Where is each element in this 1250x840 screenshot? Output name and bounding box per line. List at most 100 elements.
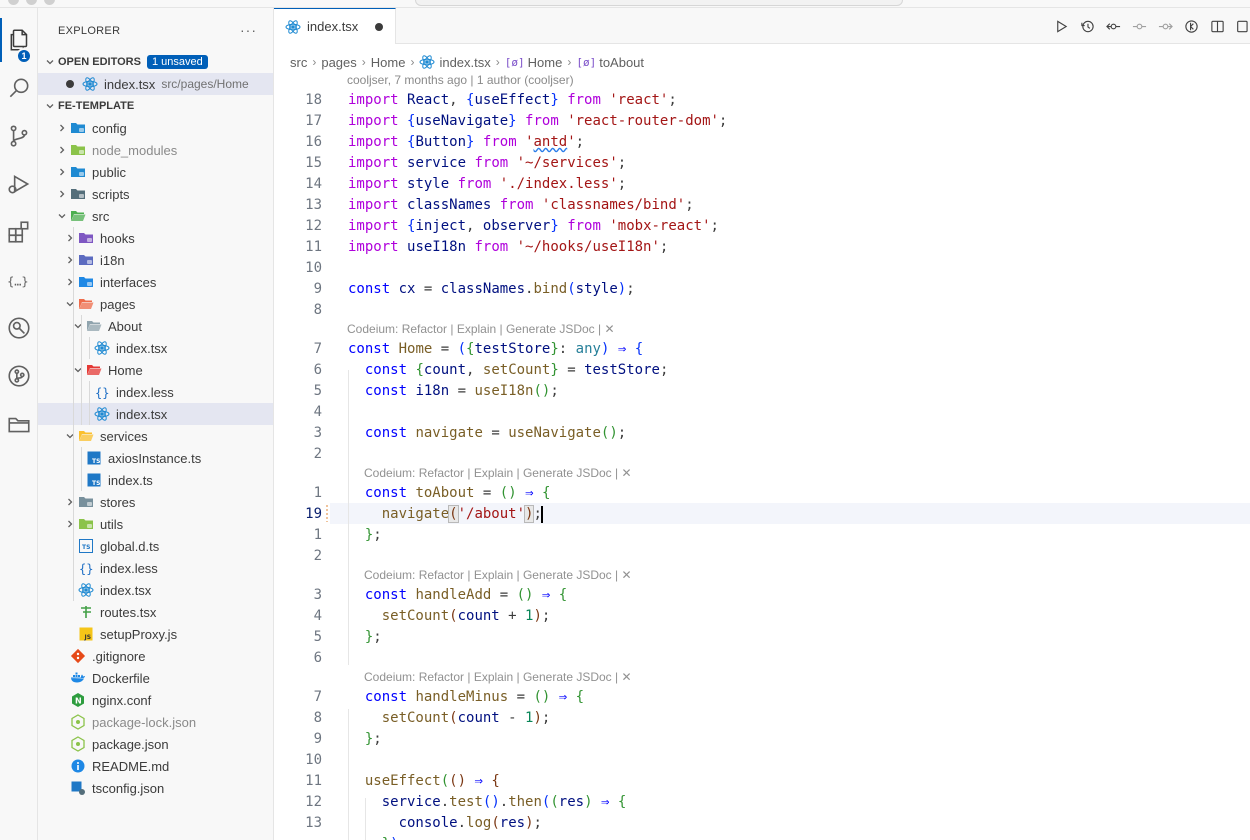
tree-item-gitignore[interactable]: .gitignore: [38, 645, 273, 667]
nginx-icon: N: [70, 692, 86, 708]
tree-item-nginx-conf[interactable]: Nnginx.conf: [38, 689, 273, 711]
explorer-more-actions[interactable]: ···: [240, 22, 257, 38]
tree-item-label: index.ts: [108, 472, 153, 488]
code-editor[interactable]: Codeium: Refactor | Explain | Generate J…: [274, 8, 1250, 840]
line-number[interactable]: 8: [274, 300, 322, 321]
line-number[interactable]: 15: [274, 153, 322, 174]
tree-item-label: Dockerfile: [92, 670, 150, 686]
line-number[interactable]: 2: [274, 546, 322, 567]
search-icon[interactable]: [0, 66, 38, 110]
line-number[interactable]: 5: [274, 381, 322, 402]
project-header[interactable]: FE-TEMPLATE: [38, 95, 273, 117]
chevron-down-icon[interactable]: [62, 293, 78, 315]
tree-item-src[interactable]: src: [38, 205, 273, 227]
tree-item-config[interactable]: config: [38, 117, 273, 139]
javascript-icon: JS: [78, 626, 94, 642]
line-number[interactable]: 6: [274, 648, 322, 669]
routes-icon: [78, 604, 94, 620]
codeium-codelens[interactable]: Codeium: Refactor | Explain | Generate J…: [364, 669, 632, 685]
line-number[interactable]: 11: [274, 771, 322, 792]
zoom-window-button[interactable]: [44, 0, 55, 5]
code-line: };: [364, 629, 382, 645]
line-number[interactable]: 7: [274, 339, 322, 360]
line-number[interactable]: 3: [274, 585, 322, 606]
close-window-button[interactable]: [8, 0, 19, 5]
line-number[interactable]: 13: [274, 813, 322, 834]
tree-item-scripts[interactable]: scripts: [38, 183, 273, 205]
code-line: setCount(count + 1);: [381, 608, 551, 624]
line-number[interactable]: 7: [274, 687, 322, 708]
remote-explorer-icon[interactable]: [0, 306, 38, 350]
line-number[interactable]: 12: [274, 792, 322, 813]
line-number[interactable]: 3: [274, 423, 322, 444]
line-number[interactable]: 1: [274, 483, 322, 504]
line-number[interactable]: 12: [274, 216, 322, 237]
git-graph-icon[interactable]: [0, 354, 38, 398]
codeium-codelens[interactable]: Codeium: Refactor | Explain | Generate J…: [364, 465, 632, 481]
folders-icon[interactable]: [0, 402, 38, 446]
tree-item-routes-tsx[interactable]: routes.tsx: [38, 601, 273, 623]
tree-item-readme-md[interactable]: README.md: [38, 755, 273, 777]
source-control-icon[interactable]: [0, 114, 38, 158]
line-number[interactable]: 19: [274, 504, 322, 525]
chevron-right-icon[interactable]: [62, 491, 78, 513]
chevron-right-icon[interactable]: [62, 513, 78, 535]
tree-item-dockerfile[interactable]: Dockerfile: [38, 667, 273, 689]
chevron-down-icon[interactable]: [54, 205, 70, 227]
line-number[interactable]: 18: [274, 90, 322, 111]
line-number[interactable]: 10: [274, 750, 322, 771]
git-change-marker[interactable]: [326, 505, 328, 522]
chevron-right-icon[interactable]: [54, 139, 70, 161]
run-debug-icon[interactable]: [0, 162, 38, 206]
unsaved-badge: 1 unsaved: [146, 55, 208, 69]
tree-item-setupproxy-js[interactable]: JS setupProxy.js: [38, 623, 273, 645]
chevron-right-icon[interactable]: [54, 183, 70, 205]
line-number[interactable]: 4: [274, 606, 322, 627]
open-editors-header[interactable]: OPEN EDITORS 1 unsaved: [38, 51, 273, 73]
chevron-right-icon[interactable]: [62, 249, 78, 271]
extensions-icon[interactable]: [0, 210, 38, 254]
line-number[interactable]: 10: [274, 258, 322, 279]
line-number[interactable]: 4: [274, 402, 322, 423]
codeium-codelens[interactable]: Codeium: Refactor | Explain | Generate J…: [347, 321, 615, 337]
line-number[interactable]: 2: [274, 444, 322, 465]
tree-item-label: services: [100, 428, 148, 444]
code-line: useEffect(() ⇒ {: [364, 773, 500, 789]
chevron-down-icon[interactable]: [62, 425, 78, 447]
line-number[interactable]: 14: [274, 174, 322, 195]
code-line: navigate('/about');: [381, 505, 543, 523]
explorer-icon[interactable]: 1: [0, 18, 38, 64]
chevron-right-icon[interactable]: [54, 161, 70, 183]
tree-item-package-json[interactable]: package.json: [38, 733, 273, 755]
line-number[interactable]: 1: [274, 525, 322, 546]
tree-item-package-lock-json[interactable]: package-lock.json: [38, 711, 273, 733]
line-number[interactable]: 9: [274, 729, 322, 750]
tree-item-label: .gitignore: [92, 648, 146, 664]
code-line: const i18n = useI18n();: [364, 383, 559, 399]
tree-item-public[interactable]: public: [38, 161, 273, 183]
line-number[interactable]: 6: [274, 360, 322, 381]
code-line: const navigate = useNavigate();: [364, 425, 627, 441]
line-number[interactable]: 13: [274, 195, 322, 216]
line-number[interactable]: 17: [274, 111, 322, 132]
line-number[interactable]: 16: [274, 132, 322, 153]
open-editor-filename: index.tsx: [104, 76, 156, 92]
line-number[interactable]: 5: [274, 627, 322, 648]
tree-item-label: interfaces: [100, 274, 157, 290]
json-tools-icon[interactable]: {…}: [0, 258, 38, 302]
codeium-codelens[interactable]: Codeium: Refactor | Explain | Generate J…: [364, 567, 632, 583]
svg-text:{}: {}: [95, 386, 109, 400]
minimize-window-button[interactable]: [26, 0, 37, 5]
chevron-right-icon[interactable]: [54, 117, 70, 139]
tree-item-tsconfig-json[interactable]: tsconfig.json: [38, 777, 273, 799]
chevron-right-icon[interactable]: [62, 227, 78, 249]
chevron-right-icon[interactable]: [62, 271, 78, 293]
open-editor-item[interactable]: index.tsx src/pages/Home: [38, 73, 273, 95]
command-center-search[interactable]: [415, 0, 903, 6]
line-number[interactable]: 11: [274, 237, 322, 258]
tree-item-node-modules[interactable]: node_modules: [38, 139, 273, 161]
line-number[interactable]: 8: [274, 708, 322, 729]
line-number[interactable]: 9: [274, 279, 322, 300]
unsaved-dot-icon[interactable]: [66, 80, 74, 88]
open-editors-label: OPEN EDITORS: [58, 56, 141, 68]
